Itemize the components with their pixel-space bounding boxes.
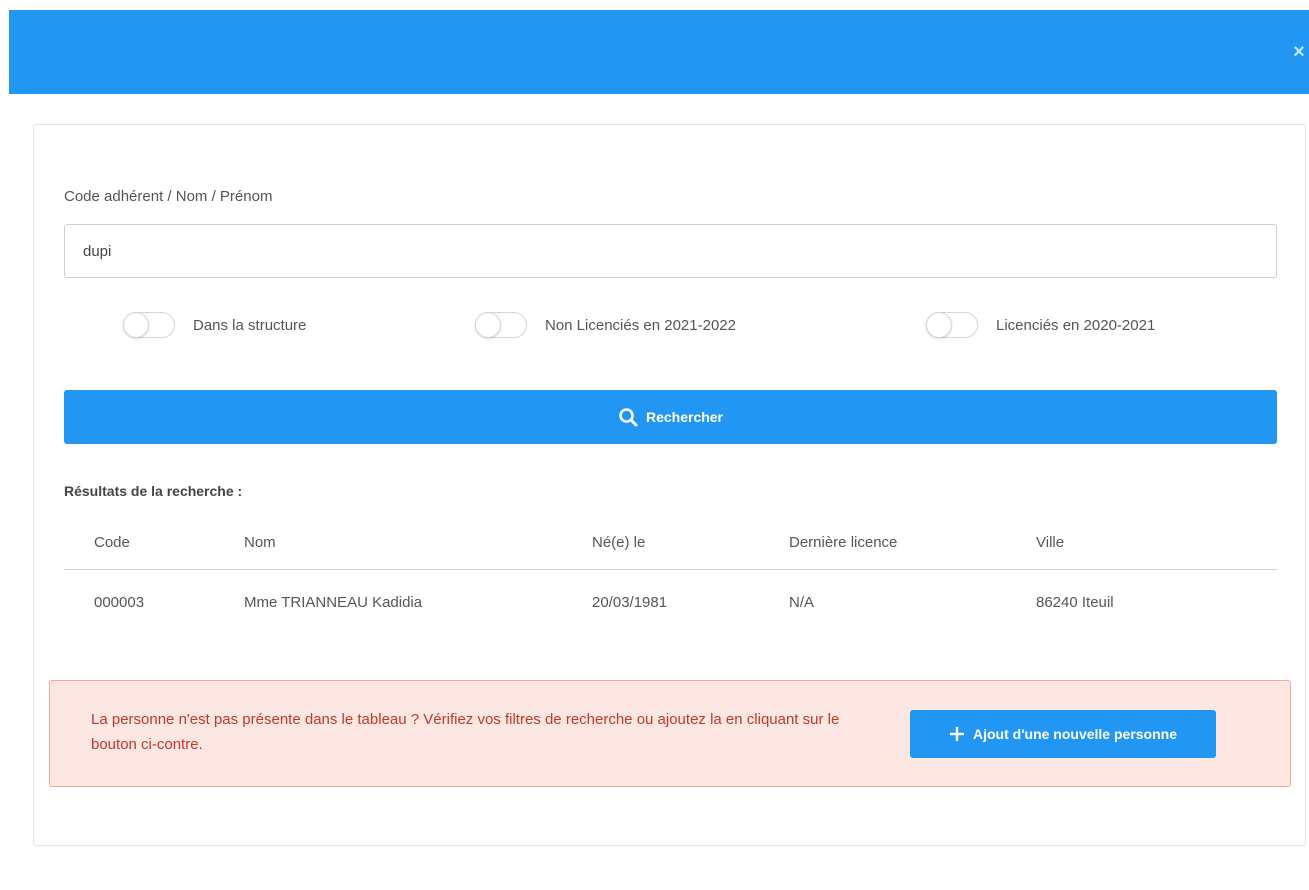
table-header: Code Nom Né(e) le Dernière licence Ville xyxy=(64,515,1277,570)
search-input[interactable] xyxy=(64,224,1277,278)
add-person-button-label: Ajout d'une nouvelle personne xyxy=(972,726,1177,742)
results-table: Code Nom Né(e) le Dernière licence Ville… xyxy=(64,515,1277,634)
column-header-ville: Ville xyxy=(1036,533,1065,551)
search-icon xyxy=(619,408,638,427)
column-header-nom: Nom xyxy=(244,533,276,551)
toggle-label: Non Licenciés en 2021-2022 xyxy=(545,316,736,334)
cell-code: 000003 xyxy=(94,593,145,611)
toggle-switch[interactable] xyxy=(475,312,527,338)
search-button-label: Rechercher xyxy=(645,409,724,425)
toggle-non-licencies[interactable]: Non Licenciés en 2021-2022 xyxy=(475,310,736,340)
toggle-dans-la-structure[interactable]: Dans la structure xyxy=(123,310,306,340)
toggle-label: Licenciés en 2020-2021 xyxy=(996,316,1156,334)
not-found-alert: La personne n'est pas présente dans le t… xyxy=(49,680,1291,787)
modal-header: × xyxy=(9,10,1309,94)
search-button[interactable]: Rechercher xyxy=(64,390,1277,444)
column-header-code: Code xyxy=(94,533,130,551)
toggle-switch[interactable] xyxy=(123,312,175,338)
column-header-naissance: Né(e) le xyxy=(592,533,646,551)
column-header-derniere-licence: Dernière licence xyxy=(789,533,898,551)
search-card: Code adhérent / Nom / Prénom Dans la str… xyxy=(33,124,1306,846)
alert-message: La personne n'est pas présente dans le t… xyxy=(91,711,840,753)
toggle-label: Dans la structure xyxy=(193,316,307,334)
cell-ville: 86240 Iteuil xyxy=(1036,593,1114,611)
toggle-licencies[interactable]: Licenciés en 2020-2021 xyxy=(926,310,1155,340)
table-row[interactable]: 000003 Mme TRIANNEAU Kadidia 20/03/1981 … xyxy=(64,570,1277,634)
plus-icon xyxy=(949,727,964,741)
close-icon: × xyxy=(1293,41,1305,63)
cell-nom: Mme TRIANNEAU Kadidia xyxy=(244,593,423,611)
results-title: Résultats de la recherche : xyxy=(64,483,243,499)
search-field-label: Code adhérent / Nom / Prénom xyxy=(64,188,273,205)
toggle-switch[interactable] xyxy=(926,312,978,338)
cell-derniere-licence: N/A xyxy=(789,593,815,611)
close-button[interactable]: × xyxy=(1289,40,1309,64)
add-person-button[interactable]: Ajout d'une nouvelle personne xyxy=(910,710,1216,758)
cell-naissance: 20/03/1981 xyxy=(592,593,668,611)
